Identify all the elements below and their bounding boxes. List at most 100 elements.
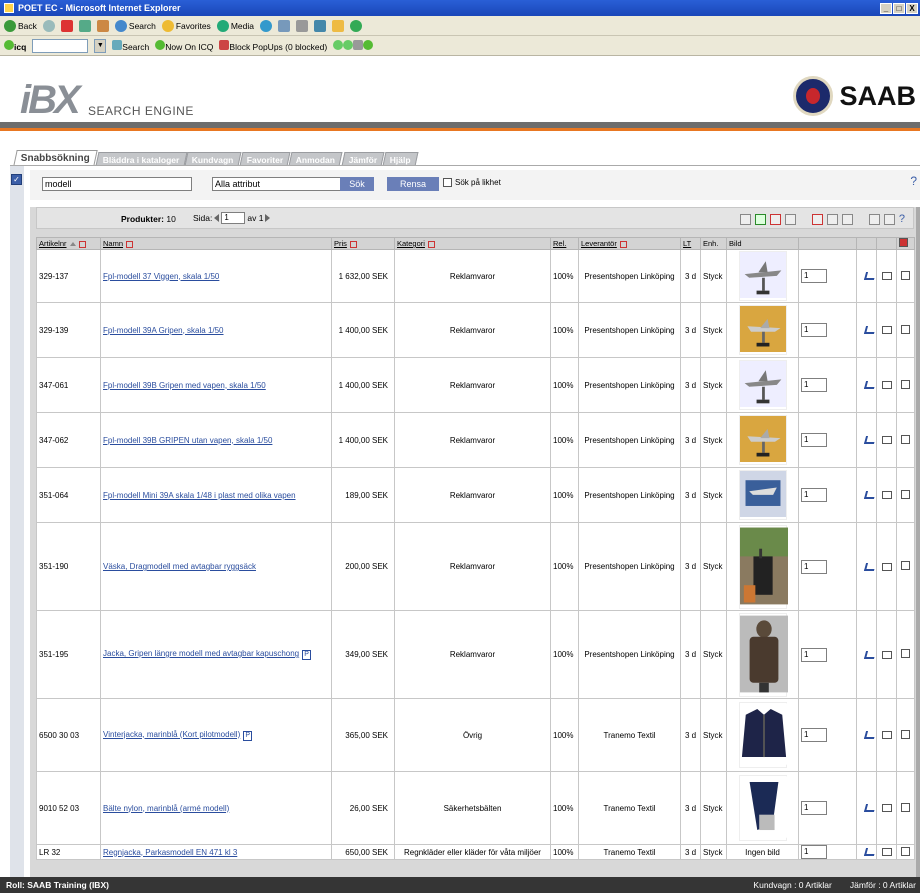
add-to-cart-icon[interactable]	[863, 650, 876, 659]
refresh-button[interactable]	[78, 19, 91, 32]
similar-search-checkbox[interactable]	[443, 178, 452, 187]
print-icon[interactable]	[784, 213, 796, 225]
compare-icon[interactable]	[881, 381, 892, 390]
panel-toggle-checkbox[interactable]: ✓	[11, 174, 22, 185]
col-artikelnr[interactable]: Artikelnr	[36, 237, 101, 250]
check-icon[interactable]	[841, 213, 853, 225]
row-select-checkbox[interactable]	[901, 802, 910, 812]
row-select-checkbox[interactable]	[901, 846, 910, 856]
tab-hjalp[interactable]: Hjälp	[382, 152, 419, 166]
col-leverantor[interactable]: Leverantör	[578, 237, 681, 250]
filter-icon[interactable]	[78, 240, 86, 248]
compare-icon[interactable]	[883, 213, 895, 225]
col-rel[interactable]: Rel.	[550, 237, 579, 250]
filter-icon[interactable]	[427, 240, 435, 248]
minimize-button[interactable]: _	[880, 2, 892, 14]
icq-dropdown[interactable]: ▼	[94, 38, 107, 53]
export-icon[interactable]	[769, 213, 781, 225]
row-select-checkbox[interactable]	[901, 729, 910, 739]
close-button[interactable]: X	[906, 2, 918, 14]
quantity-input[interactable]: 1	[801, 378, 827, 392]
tab-jamfor[interactable]: Jämför	[341, 152, 385, 166]
quantity-input[interactable]: 1	[801, 559, 827, 574]
add-to-cart-icon[interactable]	[863, 731, 876, 740]
quantity-input[interactable]: 1	[801, 845, 827, 859]
col-lt[interactable]: LT	[680, 237, 701, 250]
row-select-checkbox[interactable]	[901, 324, 910, 334]
compare-icon[interactable]	[881, 326, 892, 335]
help-icon[interactable]: ?	[910, 174, 917, 188]
forward-button[interactable]	[42, 19, 55, 32]
stop-button[interactable]	[60, 19, 73, 32]
compare-icon[interactable]	[881, 491, 892, 500]
similar-search-option[interactable]: Sök på likhet	[443, 178, 501, 187]
quantity-input[interactable]: 1	[801, 488, 827, 502]
cart-status[interactable]: Kundvagn : 0 Artiklar	[753, 880, 831, 890]
filter-icon[interactable]	[349, 240, 357, 248]
quantity-input[interactable]: 1	[801, 323, 827, 337]
block-popups-button[interactable]: Block PopUps (0 blocked)	[219, 39, 327, 52]
icq-search-button[interactable]: Search	[112, 39, 149, 52]
product-link[interactable]: Fpl-modell 39B Gripen med vapen, skala 1…	[103, 381, 266, 390]
tab-favoriter[interactable]: Favoriter	[239, 152, 291, 166]
quantity-input[interactable]: 1	[801, 433, 827, 447]
add-to-cart-icon[interactable]	[863, 326, 876, 335]
favorites-button[interactable]: Favorites	[161, 19, 211, 32]
tab-kundvagn[interactable]: Kundvagn	[184, 152, 242, 166]
row-select-checkbox[interactable]	[901, 434, 910, 444]
product-link[interactable]: Bälte nylon, marinblå (armé modell)	[103, 804, 229, 813]
product-link[interactable]: Väska, Dragmodell med avtagbar ryggsäck	[103, 562, 256, 571]
home-button[interactable]	[96, 19, 109, 32]
product-link[interactable]: Fpl-modell 39A Gripen, skala 1/50	[103, 326, 224, 335]
compare-icon[interactable]	[881, 436, 892, 445]
add-to-cart-icon[interactable]	[868, 213, 880, 225]
edit-button[interactable]	[313, 19, 326, 32]
product-link[interactable]: Jacka, Gripen längre modell med avtagbar…	[103, 649, 299, 658]
filter-icon[interactable]	[126, 240, 134, 248]
compare-icon[interactable]	[881, 562, 892, 571]
page-input[interactable]: 1	[221, 212, 246, 224]
col-enh[interactable]: Enh.	[700, 237, 727, 250]
maximize-button[interactable]: □	[893, 2, 905, 14]
back-button[interactable]: Back	[4, 19, 37, 32]
quantity-input[interactable]: 1	[801, 269, 827, 283]
row-select-checkbox[interactable]	[901, 270, 910, 280]
add-to-cart-icon[interactable]	[863, 848, 876, 857]
reset-button[interactable]: Rensa	[387, 177, 439, 191]
quantity-input[interactable]: 1	[801, 647, 827, 662]
media-button[interactable]: Media	[216, 19, 254, 32]
print-button[interactable]	[295, 19, 308, 32]
tab-anmodan[interactable]: Anmodan	[288, 152, 344, 166]
grid-view-icon[interactable]	[754, 213, 766, 225]
messenger-button[interactable]	[349, 19, 362, 32]
picture-badge-icon[interactable]: P	[302, 650, 312, 660]
icq-button[interactable]: icq	[4, 39, 26, 52]
product-link[interactable]: Fpl-modell Mini 39A skala 1/48 i plast m…	[103, 491, 296, 500]
add-to-cart-icon[interactable]	[863, 381, 876, 390]
icq-search-field[interactable]	[32, 38, 89, 53]
search-toolbar-button[interactable]: Search	[114, 19, 156, 32]
product-link[interactable]: Fpl-modell 39B GRIPEN utan vapen, skala …	[103, 436, 272, 445]
row-select-checkbox[interactable]	[901, 561, 910, 570]
compare-icon[interactable]	[881, 272, 892, 281]
col-kategori[interactable]: Kategori	[394, 237, 551, 250]
tab-snabbsokning[interactable]: Snabbsökning	[13, 150, 98, 166]
add-to-cart-icon[interactable]	[863, 491, 876, 500]
compare-icon[interactable]	[881, 731, 892, 740]
row-select-checkbox[interactable]	[901, 379, 910, 389]
product-link[interactable]: Fpl-modell 37 Viggen, skala 1/50	[103, 272, 219, 281]
product-link[interactable]: Vinterjacka, marinblå (Kort pilotmodell)	[103, 730, 240, 739]
row-select-checkbox[interactable]	[901, 649, 910, 658]
search-input[interactable]: modell	[42, 177, 192, 191]
product-link[interactable]: Regnjacka, Parkasmodell EN 471 kl 3	[103, 848, 237, 857]
list-view-icon[interactable]	[739, 213, 751, 225]
picture-badge-icon[interactable]: P	[243, 730, 253, 741]
next-page-icon[interactable]	[265, 214, 271, 222]
sort-icon[interactable]	[826, 213, 838, 225]
folder-button[interactable]	[331, 19, 344, 32]
add-to-cart-icon[interactable]	[863, 272, 876, 281]
attribute-select[interactable]: Alla attribut▼	[212, 177, 352, 191]
col-namn[interactable]: Namn	[100, 237, 332, 250]
help-icon[interactable]: ?	[899, 213, 905, 225]
col-select-all[interactable]	[896, 237, 915, 250]
